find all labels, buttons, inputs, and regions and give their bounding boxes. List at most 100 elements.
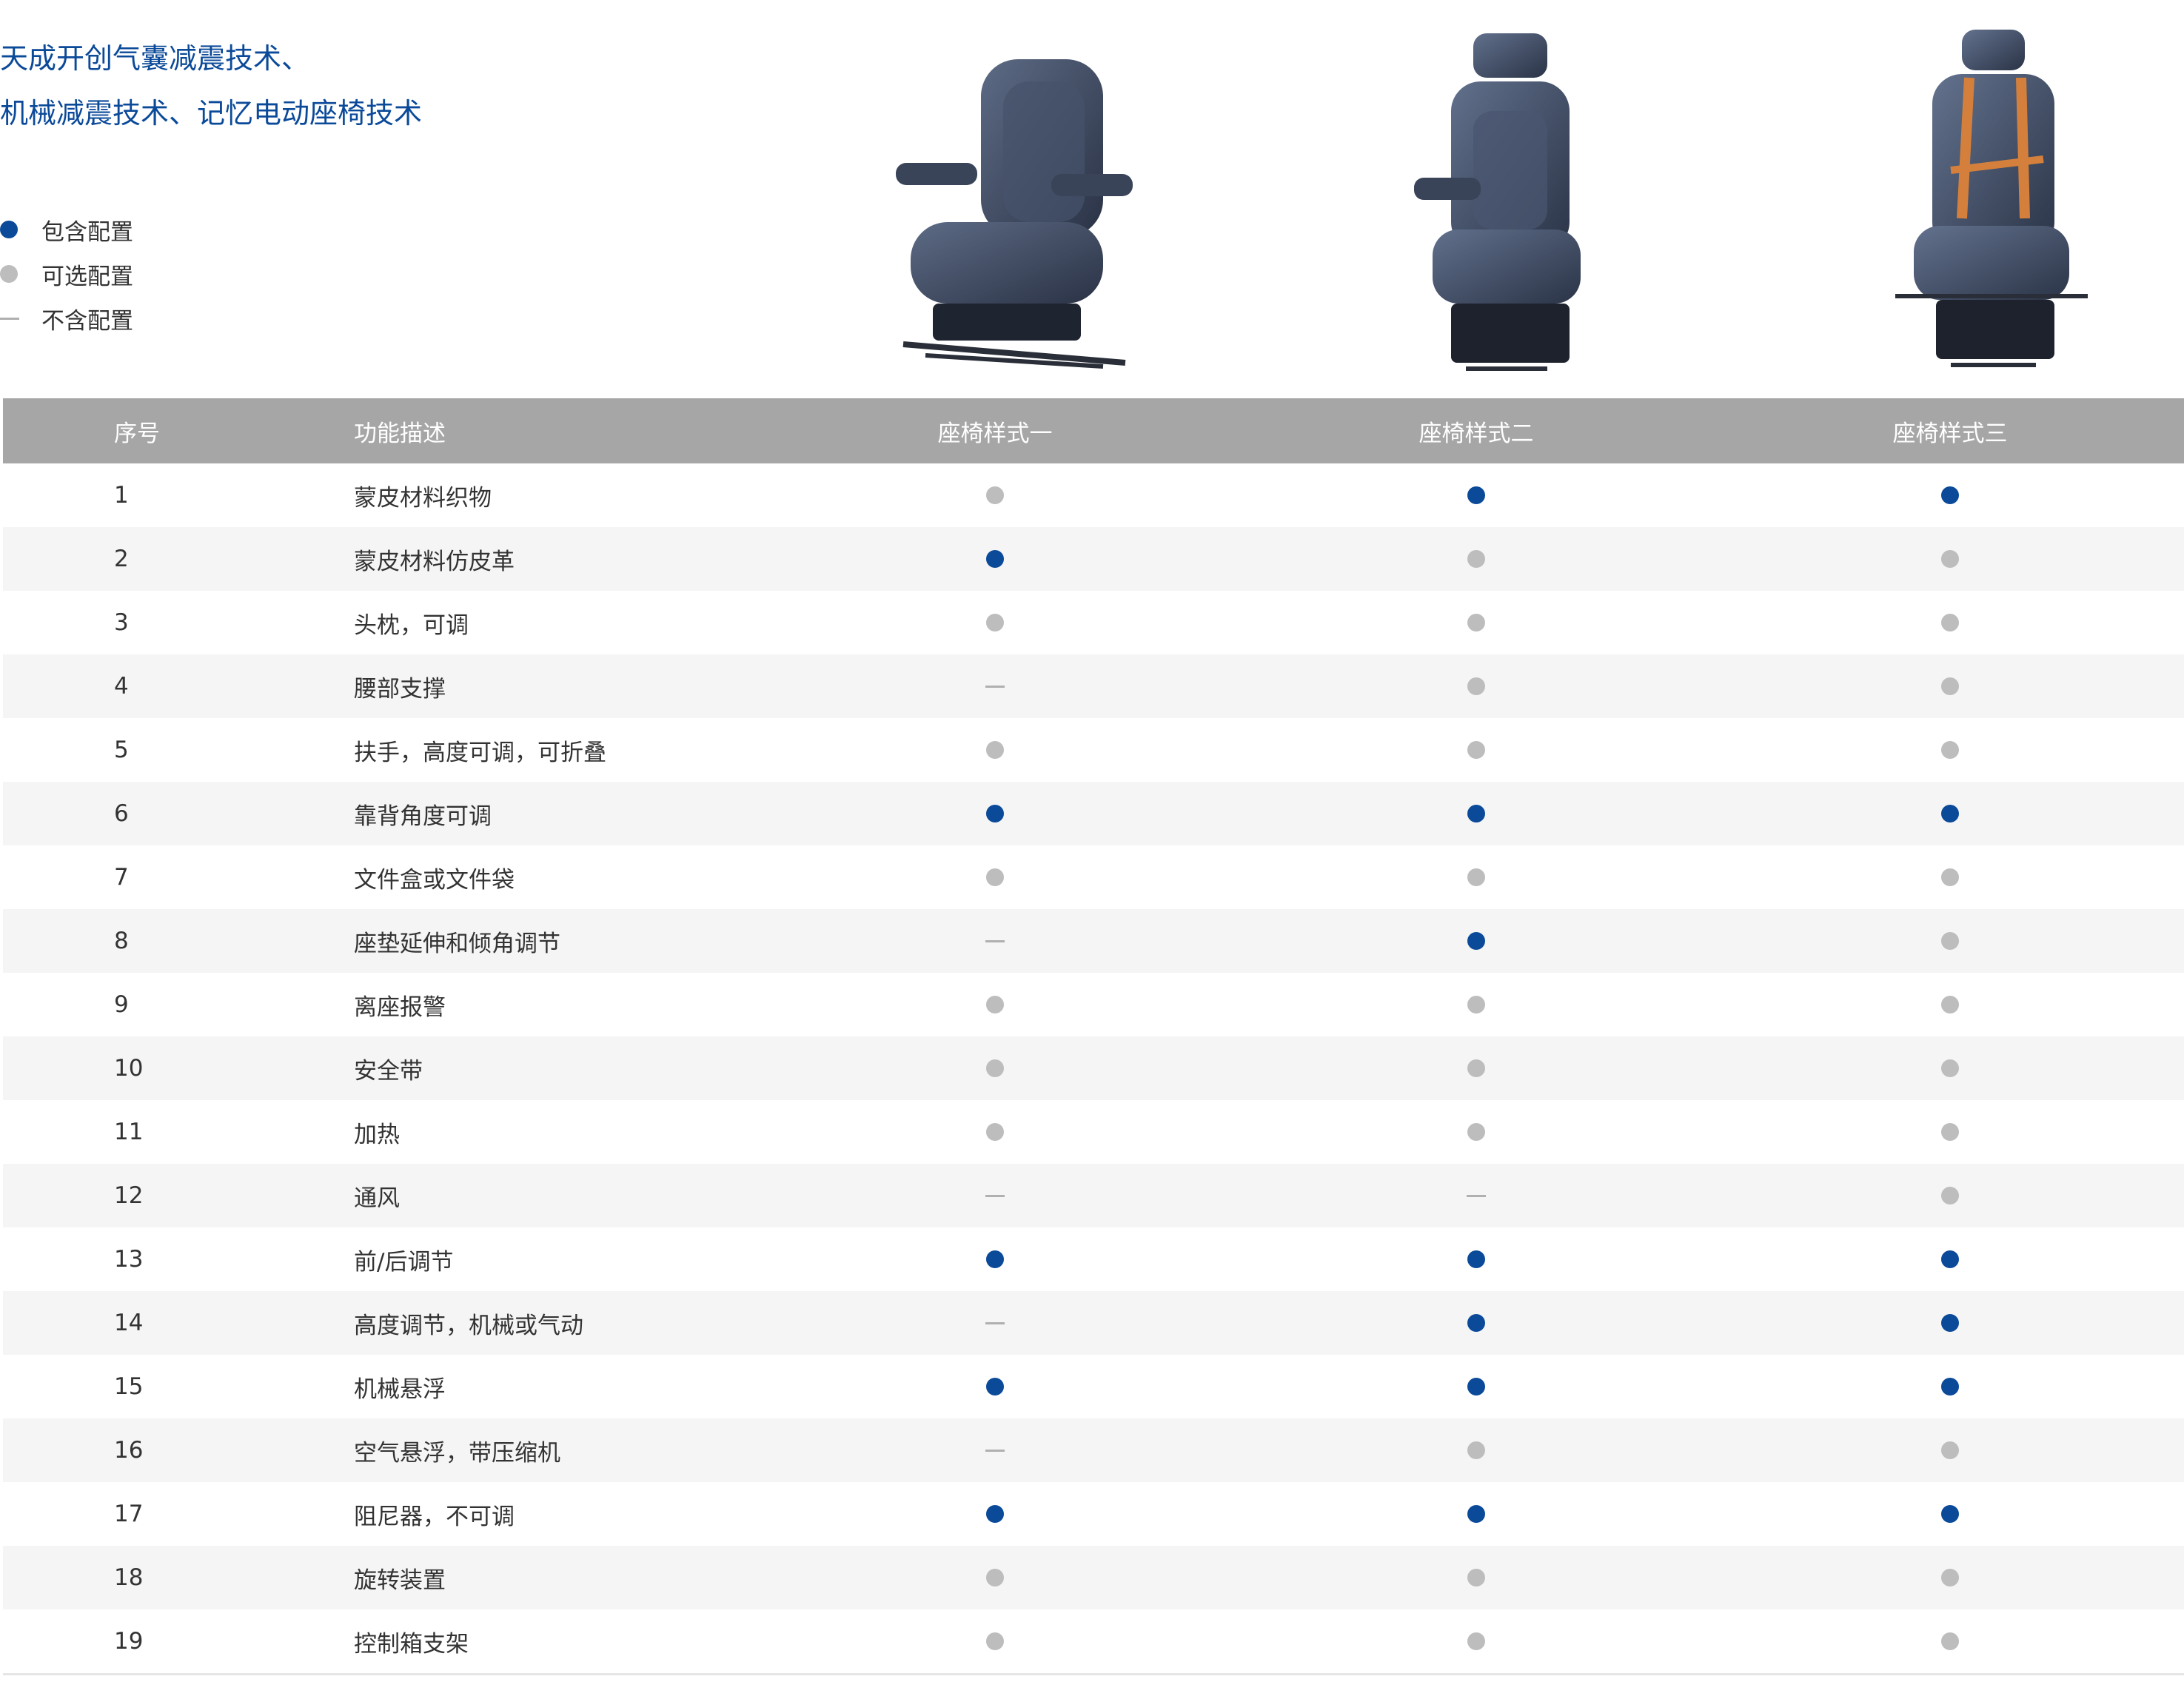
optional-dot-icon xyxy=(1941,1569,1959,1587)
seat-style-1-status xyxy=(884,845,1106,909)
seat-style-2-status xyxy=(1365,1355,1587,1418)
seat-style-3-status xyxy=(1839,591,2061,654)
included-dot-icon xyxy=(1941,1505,1959,1523)
row-description: 通风 xyxy=(354,1185,400,1212)
seat-style-2-status xyxy=(1365,591,1587,654)
seat-style-1-status xyxy=(884,1036,1106,1100)
row-description: 前/后调节 xyxy=(354,1248,454,1276)
seat-style-2-status xyxy=(1365,1291,1587,1355)
optional-dot-icon xyxy=(986,1569,1004,1587)
seat-style-1-status xyxy=(884,1482,1106,1546)
included-dot-icon xyxy=(986,550,1004,568)
header-seat-style-3: 座椅样式三 xyxy=(1892,420,2008,447)
row-number: 6 xyxy=(114,800,129,827)
seat-style-1-status xyxy=(884,718,1106,782)
legend-label: 不含配置 xyxy=(41,307,133,335)
legend-item-excluded: 不含配置 xyxy=(0,296,133,341)
seat-style-1-status xyxy=(884,1227,1106,1291)
optional-dot-icon xyxy=(1941,550,1959,568)
included-dot-icon xyxy=(1467,932,1485,950)
row-description: 腰部支撑 xyxy=(354,675,446,703)
row-description: 扶手，高度可调，可折叠 xyxy=(354,739,606,766)
legend-item-optional: 可选配置 xyxy=(0,252,133,296)
header-seat-style-2: 座椅样式二 xyxy=(1418,420,1534,447)
table-row: 2 蒙皮材料仿皮革 xyxy=(3,527,2184,591)
row-description: 座垫延伸和倾角调节 xyxy=(354,930,560,957)
included-dot-icon xyxy=(1941,486,1959,504)
seat-style-1-status xyxy=(884,1291,1106,1355)
seat-style-3-status xyxy=(1839,909,2061,973)
intro-line-2: 机械减震技术、记忆电动座椅技术 xyxy=(0,97,423,130)
optional-dot-icon xyxy=(1941,1059,1959,1077)
optional-dot-icon xyxy=(1941,996,1959,1014)
row-description: 阻尼器，不可调 xyxy=(354,1503,515,1530)
seat-style-2-status xyxy=(1365,1164,1587,1227)
seat-style-3-image xyxy=(1880,26,2103,374)
row-description: 蒙皮材料织物 xyxy=(354,484,492,512)
included-dot-icon xyxy=(1467,1250,1485,1268)
row-number: 17 xyxy=(114,1501,144,1527)
optional-dot-icon xyxy=(986,1632,1004,1650)
table-body: 1 蒙皮材料织物 2 蒙皮材料仿皮革 3 头枕，可调 4 腰部支撑 5 扶手，高度可调，可折叠 6 靠… xyxy=(3,463,2184,1675)
optional-dot-icon xyxy=(986,1123,1004,1141)
header-desc: 功能描述 xyxy=(354,420,446,447)
legend-item-included: 包含配置 xyxy=(0,207,133,252)
seat-style-2-status xyxy=(1365,973,1587,1036)
row-description: 控制箱支架 xyxy=(354,1630,469,1658)
optional-dot-icon xyxy=(1941,677,1959,695)
optional-dot-icon xyxy=(1467,741,1485,759)
seat-style-3-status xyxy=(1839,1418,2061,1482)
seat-style-2-status xyxy=(1365,1418,1587,1482)
row-description: 旋转装置 xyxy=(354,1567,446,1594)
row-number: 4 xyxy=(114,673,129,700)
row-number: 12 xyxy=(114,1182,144,1209)
included-dot-icon xyxy=(1941,805,1959,822)
excluded-dash-icon xyxy=(0,317,19,320)
seat-style-3-status xyxy=(1839,463,2061,527)
row-number: 14 xyxy=(114,1310,144,1336)
optional-dot-icon xyxy=(986,486,1004,504)
included-dot-icon xyxy=(1467,805,1485,822)
table-row: 16 空气悬浮，带压缩机 xyxy=(3,1418,2184,1482)
excluded-dash-icon xyxy=(985,1449,1005,1452)
table-row: 7 文件盒或文件袋 xyxy=(3,845,2184,909)
seat-style-3-status xyxy=(1839,654,2061,718)
row-number: 3 xyxy=(114,609,129,636)
optional-dot-icon xyxy=(1467,1632,1485,1650)
table-row: 5 扶手，高度可调，可折叠 xyxy=(3,718,2184,782)
included-dot-icon xyxy=(1467,486,1485,504)
header-num: 序号 xyxy=(114,420,160,447)
seat-style-3-status xyxy=(1839,1482,2061,1546)
included-dot-icon xyxy=(1467,1314,1485,1332)
table-row: 3 头枕，可调 xyxy=(3,591,2184,654)
legend: 包含配置 可选配置 不含配置 xyxy=(0,207,133,341)
table-row: 13 前/后调节 xyxy=(3,1227,2184,1291)
optional-dot-icon xyxy=(1941,1187,1959,1205)
seat-style-3-status xyxy=(1839,782,2061,845)
row-description: 文件盒或文件袋 xyxy=(354,866,515,894)
seat-style-2-status xyxy=(1365,463,1587,527)
seat-style-3-status xyxy=(1839,527,2061,591)
row-description: 离座报警 xyxy=(354,994,446,1021)
included-dot-icon xyxy=(1941,1314,1959,1332)
optional-dot-icon xyxy=(1467,677,1485,695)
optional-dot-icon xyxy=(1941,614,1959,631)
row-number: 9 xyxy=(114,991,129,1018)
optional-dot-icon xyxy=(986,614,1004,631)
row-number: 2 xyxy=(114,546,129,572)
seat-style-3-status xyxy=(1839,1291,2061,1355)
row-number: 7 xyxy=(114,864,129,891)
table-row: 10 安全带 xyxy=(3,1036,2184,1100)
optional-dot-icon xyxy=(986,996,1004,1014)
intro-text: 天成开创气囊减震技术、 机械减震技术、记忆电动座椅技术 xyxy=(0,31,666,141)
included-dot-icon xyxy=(1941,1250,1959,1268)
optional-dot-icon xyxy=(986,868,1004,886)
seat-style-1-status xyxy=(884,1100,1106,1164)
seat-style-3-status xyxy=(1839,1036,2061,1100)
row-number: 1 xyxy=(114,482,129,509)
table-row: 6 靠背角度可调 xyxy=(3,782,2184,845)
row-description: 靠背角度可调 xyxy=(354,803,492,830)
row-description: 安全带 xyxy=(354,1057,423,1085)
seat-style-3-status xyxy=(1839,1100,2061,1164)
seat-style-3-status xyxy=(1839,1227,2061,1291)
